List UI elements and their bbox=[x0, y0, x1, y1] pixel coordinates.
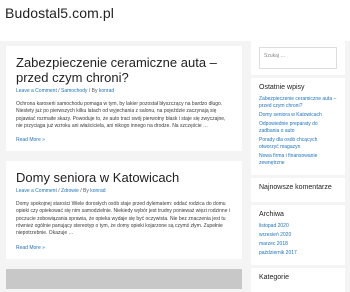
recent-post-link[interactable]: Domy seniora w Katowicach bbox=[259, 112, 337, 119]
post-excerpt: Domy spokojnej starości Wiele dorosłych … bbox=[16, 201, 230, 237]
post-thumbnail[interactable] bbox=[6, 268, 242, 289]
categories-widget: Kategorie bbox=[251, 268, 345, 292]
post-excerpt: Ochrona karoserii samochodu pomaga w tym… bbox=[16, 101, 226, 129]
post-card: Zabezpieczenie ceramiczne auta – przed c… bbox=[6, 46, 242, 152]
search-widget: Szukaj … bbox=[251, 41, 345, 75]
site-title[interactable]: Budostal5.com.pl bbox=[5, 5, 114, 21]
category-link[interactable]: Zdrowie bbox=[61, 188, 79, 194]
recent-post-link[interactable]: Zabezpieczenie ceramiczne auta – przed c… bbox=[259, 96, 337, 110]
archive-link[interactable]: wrzesień 2020 bbox=[259, 232, 337, 239]
search-placeholder: Szukaj … bbox=[264, 53, 286, 59]
read-more-link[interactable]: Read More » bbox=[16, 245, 232, 251]
search-input[interactable]: Szukaj … bbox=[259, 47, 337, 69]
recent-posts-widget: Ostatnie wpisy Zabezpieczenie ceramiczne… bbox=[251, 78, 345, 175]
comment-link[interactable]: Leave a Comment bbox=[16, 88, 57, 94]
archive-link[interactable]: marzec 2018 bbox=[259, 241, 337, 248]
post-card: Domy seniora w Katowicach Leave a Commen… bbox=[6, 161, 242, 259]
archive-widget: Archiwa listopad 2020 wrzesień 2020 marz… bbox=[251, 205, 345, 265]
post-title[interactable]: Zabezpieczenie ceramiczne auta – przed c… bbox=[16, 55, 232, 85]
recent-comments-widget: Najnowsze komentarze bbox=[251, 178, 345, 202]
category-link[interactable]: Samochody bbox=[61, 88, 87, 94]
post-title[interactable]: Domy seniora w Katowicach bbox=[16, 170, 232, 185]
recent-post-link[interactable]: Odpowiednie preparaty do zadbania o auto bbox=[259, 121, 337, 135]
recent-posts-list: Zabezpieczenie ceramiczne auta – przed c… bbox=[259, 96, 337, 167]
comment-link[interactable]: Leave a Comment bbox=[16, 188, 57, 194]
post-meta: Leave a Comment / Zdrowie / By konrad bbox=[16, 188, 106, 195]
archive-link[interactable]: październik 2017 bbox=[259, 250, 337, 257]
author-link[interactable]: konrad bbox=[99, 88, 114, 94]
archive-list: listopad 2020 wrzesień 2020 marzec 2018 … bbox=[259, 223, 337, 257]
author-link[interactable]: konrad bbox=[90, 188, 105, 194]
site-header: Budostal5.com.pl bbox=[0, 0, 350, 41]
widget-title: Archiwa bbox=[259, 211, 284, 218]
archive-link[interactable]: listopad 2020 bbox=[259, 223, 337, 230]
main-content: Zabezpieczenie ceramiczne auta – przed c… bbox=[6, 46, 242, 289]
recent-post-link[interactable]: Porady dla osób chcących otworzyć magazy… bbox=[259, 137, 337, 151]
post-meta: Leave a Comment / Samochody / By konrad bbox=[16, 88, 115, 94]
widget-title: Najnowsze komentarze bbox=[259, 184, 332, 191]
recent-post-link[interactable]: Nowa firma i finansowanie zewnętrzne bbox=[259, 153, 337, 167]
post-card bbox=[6, 268, 242, 289]
sidebar: Szukaj … Ostatnie wpisy Zabezpieczenie c… bbox=[251, 41, 350, 292]
read-more-link[interactable]: Read More » bbox=[16, 137, 232, 143]
widget-title: Ostatnie wpisy bbox=[259, 84, 305, 91]
